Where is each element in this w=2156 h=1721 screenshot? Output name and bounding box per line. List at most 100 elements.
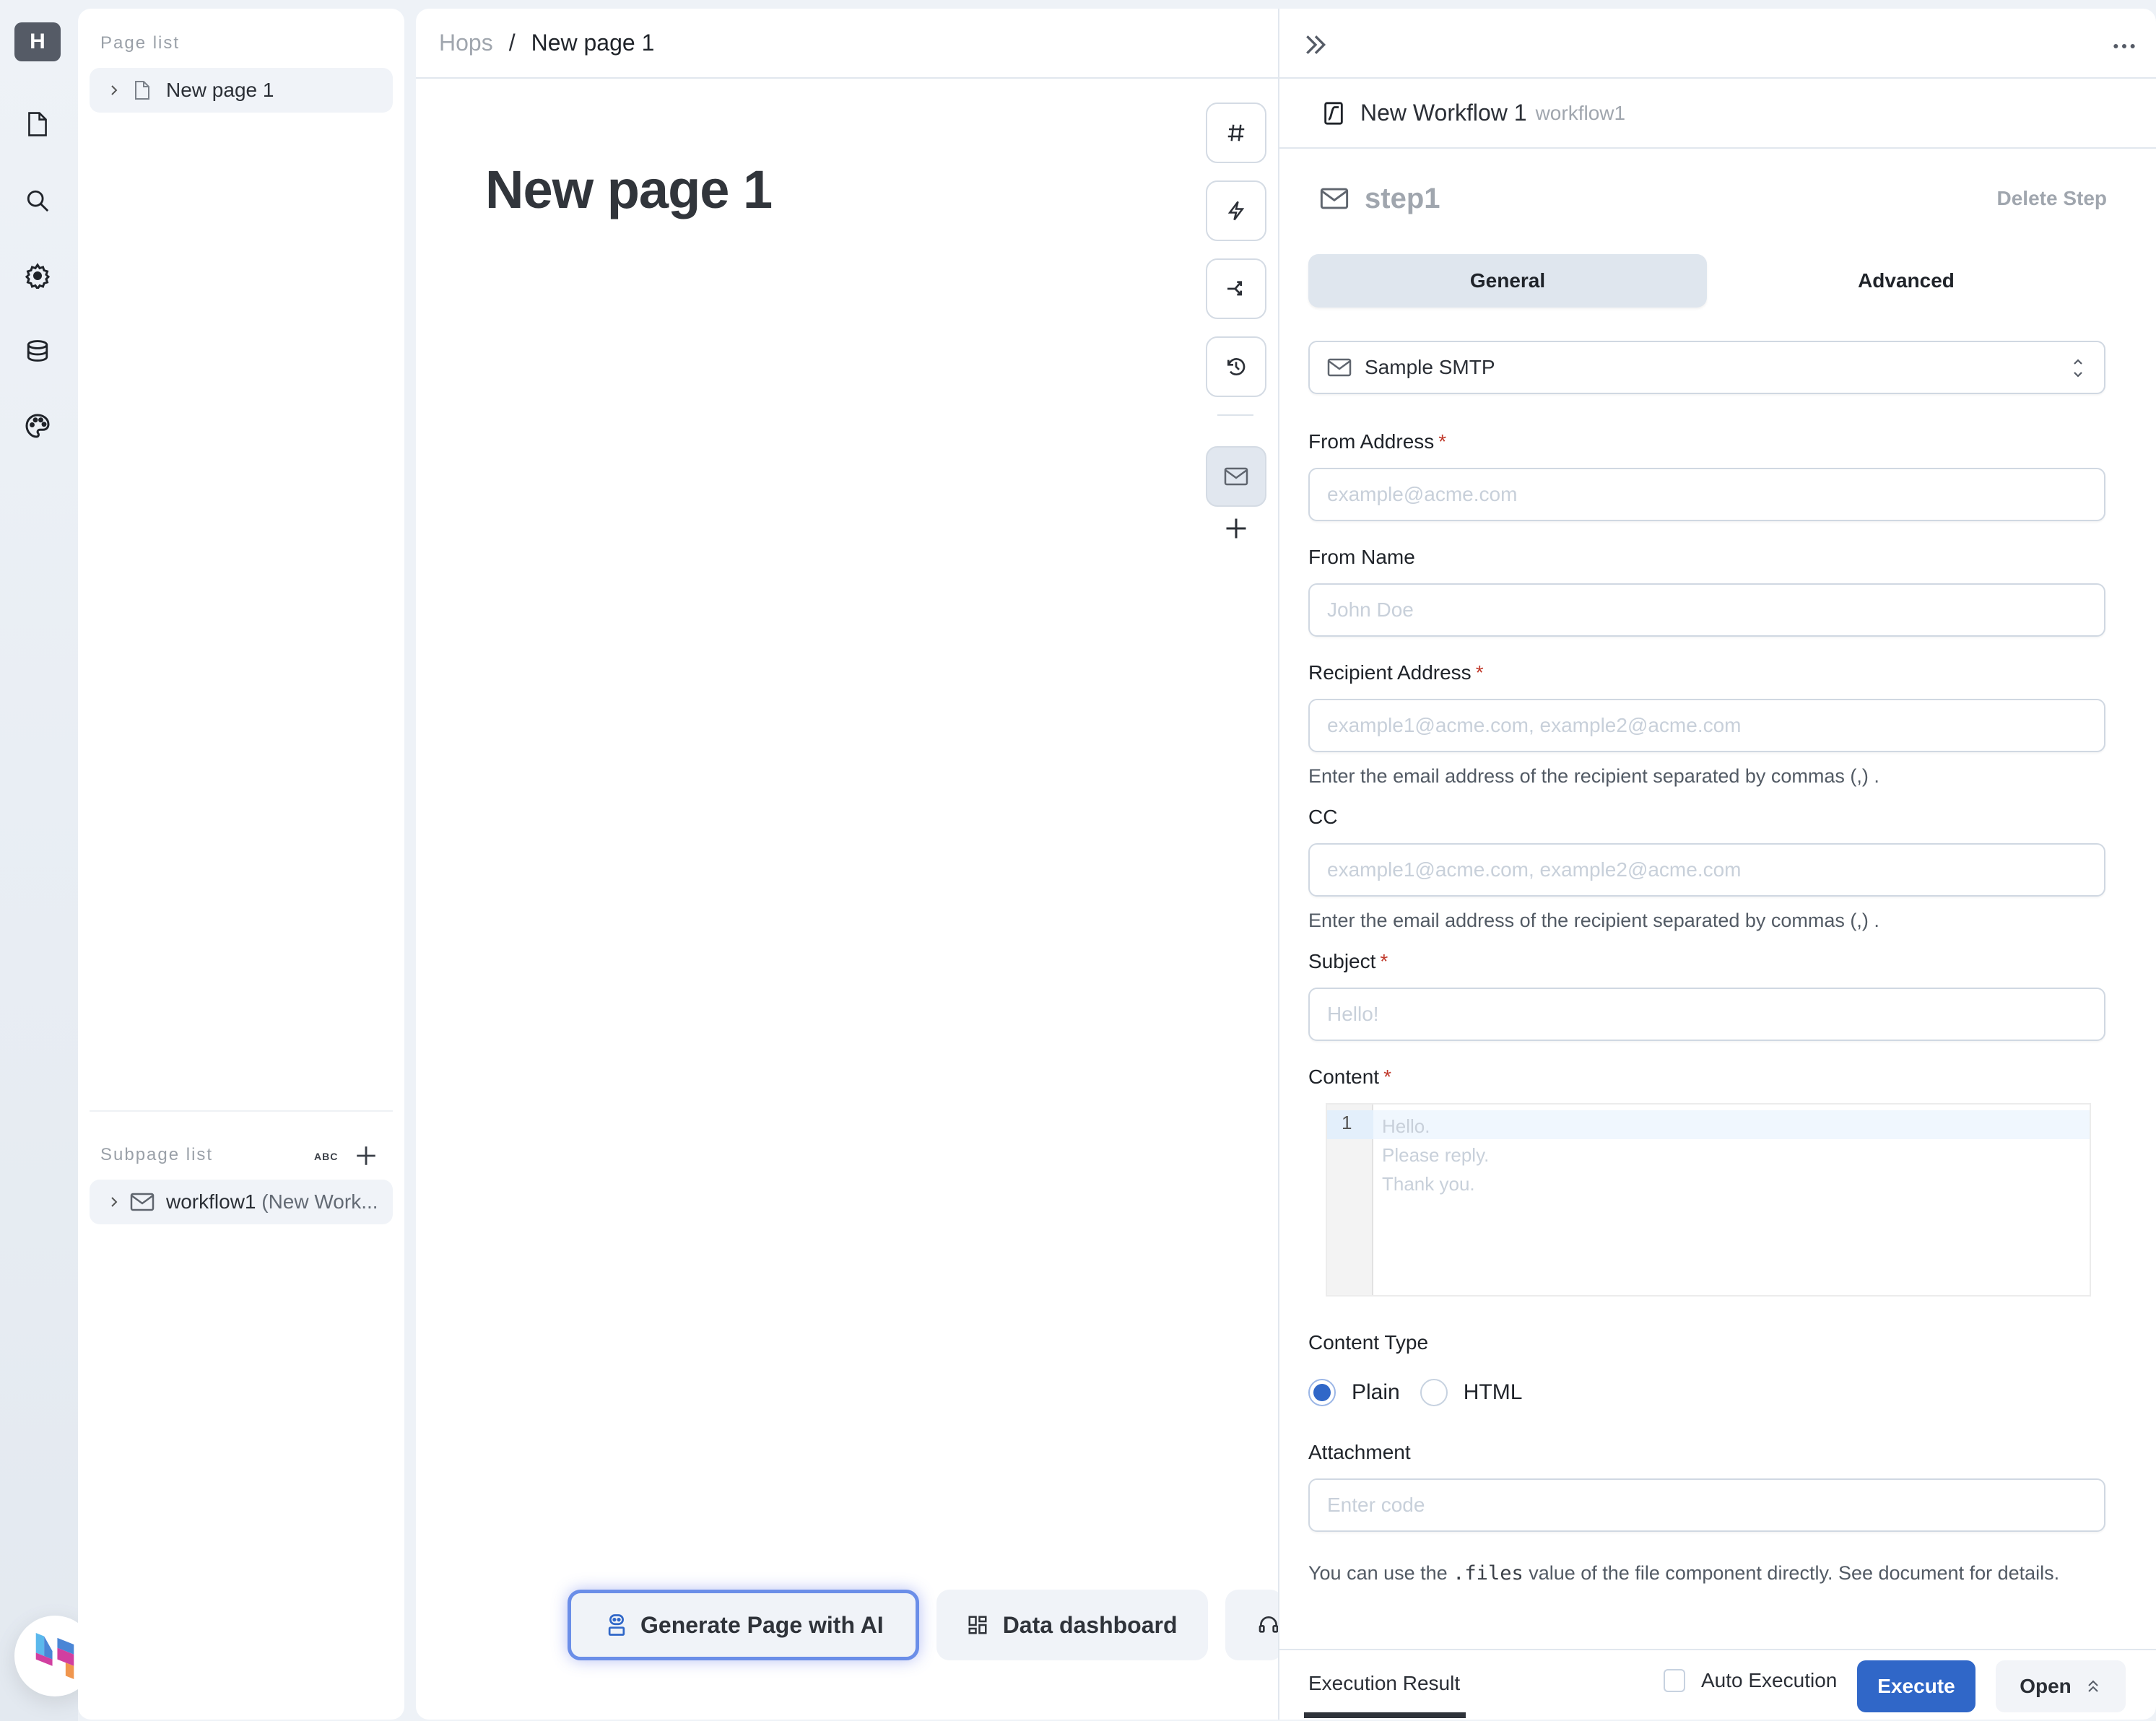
workflow-panel-header (1279, 9, 2156, 79)
file-icon (135, 81, 149, 100)
subpage-list-item[interactable]: workflow1 (New Work... (90, 1180, 393, 1224)
content-placeholder: Hello. Please reply. Thank you. (1382, 1115, 1490, 1195)
subject-label: Subject * (1308, 950, 1388, 972)
from-name-label: From Name (1308, 546, 1415, 568)
icon-rail: H (0, 0, 78, 1721)
database-nav-button[interactable] (22, 335, 53, 367)
breadcrumb-separator: / (508, 30, 516, 56)
robot-icon (608, 1614, 625, 1636)
smtp-select[interactable]: Sample SMTP (1308, 341, 2105, 394)
support-button[interactable] (1225, 1590, 1278, 1660)
history-icon (1227, 358, 1246, 375)
files-code: .files (1453, 1562, 1523, 1585)
execute-button[interactable]: Execute (1857, 1660, 1975, 1712)
mail-icon (1224, 467, 1248, 486)
document-link[interactable]: document (1879, 1562, 1965, 1584)
subject-input[interactable] (1308, 988, 2105, 1041)
attachment-input[interactable] (1308, 1478, 2105, 1532)
branch-icon (1227, 281, 1242, 296)
page-canvas: Hops / New page 1 New page 1 Generate Pa… (416, 9, 1278, 1720)
content-label: Content * (1308, 1066, 1391, 1088)
page-list-item-label: New page 1 (166, 79, 274, 101)
chevron-right-icon[interactable] (107, 1195, 121, 1209)
mail-icon (130, 1193, 155, 1211)
open-results-button[interactable]: Open (1996, 1660, 2126, 1712)
gear-icon (25, 263, 51, 289)
palette-icon (25, 414, 50, 438)
auto-execution-checkbox[interactable] (1664, 1669, 1685, 1692)
recipient-address-input[interactable] (1308, 699, 2105, 752)
radio-plain-label[interactable]: Plain (1352, 1380, 1400, 1405)
subpage-list-title: Subpage list (100, 1145, 214, 1164)
events-button[interactable] (1206, 180, 1266, 241)
page-list-item[interactable]: New page 1 (90, 68, 393, 113)
from-address-label: From Address * (1308, 430, 1447, 453)
workspace-avatar[interactable]: H (14, 22, 61, 61)
pages-nav-button[interactable] (22, 108, 53, 140)
smtp-select-value: Sample SMTP (1365, 356, 1495, 378)
cc-help-text: Enter the email address of the recipient… (1308, 910, 1879, 931)
page-title[interactable]: New page 1 (485, 159, 773, 220)
workflow-title-row: New Workflow 1 workflow1 (1279, 79, 2156, 149)
content-code-editor[interactable]: 1 Hello. Please reply. Thank you. (1326, 1103, 2091, 1297)
sort-abc-button[interactable]: ABC (314, 1151, 338, 1162)
quick-actions: Generate Page with AI Data dashboard (568, 1590, 1278, 1669)
content-type-radio-group: Plain HTML (1308, 1374, 1542, 1411)
open-results-label: Open (2020, 1675, 2072, 1697)
page-list-panel: Page list New page 1 Subpage list ABC wo… (78, 9, 404, 1720)
tab-advanced[interactable]: Advanced (1707, 254, 2105, 308)
step-name[interactable]: step1 (1365, 183, 1440, 215)
hash-icon (1227, 124, 1245, 141)
settings-nav-button[interactable] (22, 260, 53, 292)
tab-general[interactable]: General (1308, 254, 1707, 308)
more-options-icon[interactable] (2110, 32, 2139, 61)
workflow-title[interactable]: New Workflow 1 (1360, 100, 1527, 126)
subpage-list-item-label: workflow1 (New Work... (166, 1190, 378, 1213)
search-nav-button[interactable] (22, 185, 53, 217)
radio-html-label[interactable]: HTML (1464, 1380, 1523, 1405)
chevron-updown-icon (2074, 359, 2082, 378)
auto-execution-label: Auto Execution (1701, 1669, 1838, 1691)
support-icon (1259, 1616, 1278, 1633)
lightning-icon (1227, 201, 1245, 221)
mail-icon (1327, 358, 1352, 377)
content-type-label: Content Type (1308, 1331, 1429, 1354)
data-dashboard-button[interactable]: Data dashboard (936, 1590, 1208, 1660)
data-dashboard-label: Data dashboard (1002, 1611, 1178, 1638)
from-name-input[interactable] (1308, 583, 2105, 637)
delete-step-button[interactable]: Delete Step (1997, 187, 2108, 210)
dashboard-icon (968, 1616, 987, 1634)
search-icon (27, 190, 49, 212)
transitions-button[interactable] (1206, 258, 1266, 319)
line-number: 1 (1342, 1112, 1352, 1133)
add-workflow-icon[interactable] (1223, 515, 1249, 541)
breadcrumb-root[interactable]: Hops (439, 30, 493, 56)
execution-footer: Execution Result Auto Execution Execute … (1279, 1649, 2156, 1720)
recipient-help-text: Enter the email address of the recipient… (1308, 765, 1879, 787)
chevrons-right-icon[interactable] (1301, 30, 1330, 59)
history-button[interactable] (1206, 336, 1266, 397)
workflow-panel: New Workflow 1 workflow1 step1 Delete St… (1278, 9, 2156, 1720)
from-address-input[interactable] (1308, 468, 2105, 521)
mail-workflow-button[interactable] (1206, 446, 1266, 507)
chevrons-up-icon (2088, 1680, 2098, 1692)
add-subpage-icon[interactable] (354, 1143, 378, 1168)
tab-execution-result[interactable]: Execution Result (1308, 1672, 1460, 1695)
auto-execution-toggle[interactable]: Auto Execution (1664, 1669, 1837, 1692)
cc-input[interactable] (1308, 843, 2105, 897)
variables-button[interactable] (1206, 103, 1266, 163)
chevron-right-icon[interactable] (107, 83, 121, 97)
cc-label: CC (1308, 806, 1338, 828)
theme-nav-button[interactable] (22, 410, 53, 442)
step-header: step1 Delete Step (1320, 173, 2129, 224)
radio-plain[interactable] (1308, 1379, 1336, 1406)
recipient-address-label: Recipient Address * (1308, 661, 1484, 684)
radio-html[interactable] (1420, 1379, 1448, 1406)
workflow-id: workflow1 (1535, 101, 1626, 124)
section-divider (90, 1110, 393, 1112)
generate-page-ai-button[interactable]: Generate Page with AI (568, 1590, 919, 1660)
generate-page-ai-label: Generate Page with AI (640, 1611, 884, 1638)
attachment-help-text: You can use the .files value of the file… (1308, 1562, 2060, 1585)
breadcrumb: Hops / New page 1 (416, 9, 1278, 79)
step-tabs: General Advanced (1308, 254, 2117, 308)
